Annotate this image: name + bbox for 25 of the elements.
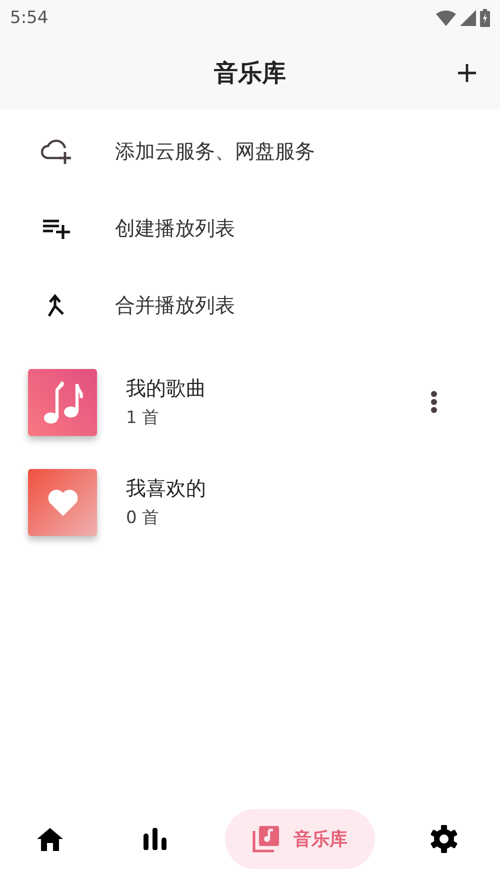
playlist-item[interactable]: 我的歌曲 1 首 [0,352,500,452]
song-count: 1 首 [126,407,160,429]
action-item[interactable]: 添加云服务、网盘服务 [0,113,500,190]
merge-icon [46,294,66,318]
playlist-item[interactable]: 我喜欢的 0 首 [0,452,500,552]
playlist-add-icon [42,218,70,238]
battery-icon [480,8,490,26]
page-title: 音乐库 [214,58,286,88]
add-icon[interactable] [457,63,477,83]
playlist-name: 我的歌曲 [126,375,207,402]
music-note-icon [42,380,82,424]
home-icon [37,827,63,851]
cloud-add-icon [40,138,72,164]
song-count: 0 首 [126,507,160,529]
signal-icon [460,10,476,26]
wifi-icon [436,10,456,26]
music-library-icon [252,825,280,853]
more-icon[interactable] [430,390,438,414]
action-item[interactable]: 合并播放列表 [0,267,500,344]
playlist-name: 我喜欢的 [126,475,207,502]
heart-icon [46,488,78,516]
action-item[interactable]: 创建播放列表 [0,190,500,267]
bar-chart-icon [143,828,168,850]
settings-icon [430,825,458,853]
status-time: 5:54 [10,8,48,28]
